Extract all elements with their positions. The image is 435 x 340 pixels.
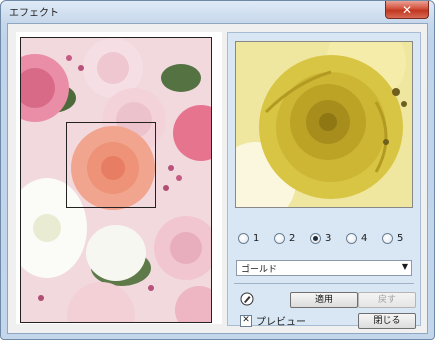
checkbox-box[interactable]: ✕ [240,314,252,327]
level-radio-4[interactable]: 4 [346,233,382,244]
level-label: 2 [289,233,296,244]
effect-dialog: エフェクト ✕ 1 2 3 4 5 ゴールド ▼ 適用 戻す ✕ プレビュー 閉… [0,0,435,340]
preview-label: プレビュー [256,317,306,328]
level-label: 4 [361,233,368,244]
radio-button[interactable] [238,233,249,244]
radio-button-selected[interactable] [310,233,321,244]
gold-rose-preview [236,42,412,207]
effect-style-dropdown[interactable]: ゴールド ▼ [236,260,412,276]
effect-level-group: 1 2 3 4 5 [238,233,418,244]
title-bar[interactable]: エフェクト ✕ [1,1,434,21]
original-image-panel [16,32,222,324]
radio-button[interactable] [346,233,357,244]
radio-button[interactable] [274,233,285,244]
revert-button[interactable]: 戻す [358,292,416,308]
level-radio-5[interactable]: 5 [382,233,418,244]
original-image[interactable] [20,37,212,323]
effect-preview-image [235,41,413,208]
dialog-client-area: 1 2 3 4 5 ゴールド ▼ 適用 戻す ✕ プレビュー 閉じる [7,23,428,334]
preview-checkbox[interactable]: ✕ プレビュー [240,313,306,328]
radio-button[interactable] [382,233,393,244]
level-label: 5 [397,233,404,244]
apply-button[interactable]: 適用 [290,292,358,308]
level-radio-2[interactable]: 2 [274,233,310,244]
window-title: エフェクト [9,8,59,19]
effect-controls-panel: 1 2 3 4 5 ゴールド ▼ 適用 戻す ✕ プレビュー 閉じる [227,32,421,329]
level-radio-1[interactable]: 1 [238,233,274,244]
close-button[interactable]: 閉じる [358,313,416,329]
divider [234,283,414,284]
level-radio-3[interactable]: 3 [310,233,346,244]
selection-rectangle[interactable] [66,122,156,208]
level-label: 3 [325,233,332,244]
dropdown-arrow-icon[interactable]: ▼ [402,262,408,271]
effect-style-value: ゴールド [241,265,278,275]
paintbrush-icon[interactable] [240,292,254,306]
close-icon: ✕ [401,2,413,17]
level-label: 1 [253,233,260,244]
close-window-button[interactable]: ✕ [385,1,429,19]
